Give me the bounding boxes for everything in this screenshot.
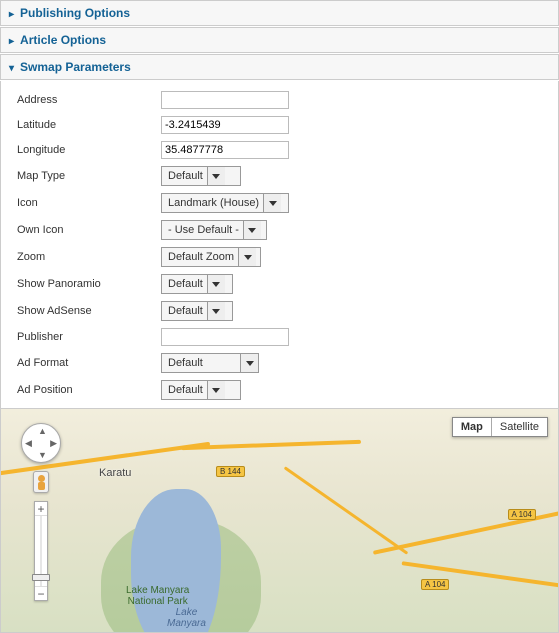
road-shield: A 104 (421, 579, 449, 590)
ad-position-select[interactable]: Default (161, 380, 241, 400)
label-icon: Icon (17, 197, 161, 209)
accordion-title: Article Options (20, 33, 106, 47)
label-longitude: Longitude (17, 144, 161, 156)
pegman-icon[interactable] (33, 471, 49, 493)
chevron-down-icon (243, 221, 261, 239)
chevron-right-icon (9, 6, 14, 20)
map-zoom-control: + − (34, 501, 48, 601)
accordion-swmap-parameters[interactable]: Swmap Parameters (0, 54, 559, 80)
latitude-input[interactable] (161, 116, 289, 134)
lake-label: Lake Manyara (167, 607, 206, 629)
select-value: - Use Default - (162, 224, 243, 236)
map-pan-control: ▲ ▼ ◀ ▶ (21, 423, 61, 463)
park-label: Lake Manyara National Park (126, 585, 189, 607)
zoom-select[interactable]: Default Zoom (161, 247, 261, 267)
swmap-panel: Address Latitude Longitude Map Type Defa… (0, 81, 559, 409)
accordion-article-options[interactable]: Article Options (0, 27, 559, 53)
label-publisher: Publisher (17, 331, 161, 343)
chevron-down-icon (263, 194, 281, 212)
zoom-out-button[interactable]: − (35, 586, 47, 600)
map-type-map-button[interactable]: Map (453, 418, 492, 436)
show-adsense-select[interactable]: Default (161, 301, 233, 321)
label-address: Address (17, 94, 161, 106)
label-ad-format: Ad Format (17, 357, 161, 369)
map-preview[interactable]: B 144 A 104 A 104 Karatu Lake Manyara Na… (0, 409, 559, 633)
chevron-down-icon (207, 275, 225, 293)
map-type-select[interactable]: Default (161, 166, 241, 186)
own-icon-select[interactable]: - Use Default - (161, 220, 267, 240)
label-zoom: Zoom (17, 251, 161, 263)
accordion-title: Publishing Options (20, 6, 130, 20)
label-show-panoramio: Show Panoramio (17, 278, 161, 290)
pan-down-button[interactable]: ▼ (38, 450, 47, 460)
longitude-input[interactable] (161, 141, 289, 159)
accordion-publishing-options[interactable]: Publishing Options (0, 0, 559, 26)
label-show-adsense: Show AdSense (17, 305, 161, 317)
address-input[interactable] (161, 91, 289, 109)
map-type-satellite-button[interactable]: Satellite (492, 418, 547, 436)
place-label-karatu: Karatu (99, 467, 131, 479)
label-latitude: Latitude (17, 119, 161, 131)
pan-left-button[interactable]: ◀ (25, 438, 32, 449)
select-value: Default Zoom (162, 251, 238, 263)
select-value: Default (162, 305, 207, 317)
chevron-right-icon (9, 33, 14, 47)
chevron-down-icon (240, 354, 258, 372)
select-value: Default (162, 170, 207, 182)
select-value: Landmark (House) (162, 197, 263, 209)
chevron-down-icon (9, 60, 14, 74)
zoom-slider-thumb[interactable] (32, 574, 50, 581)
accordion-title: Swmap Parameters (20, 60, 131, 74)
road-shield: B 144 (216, 466, 245, 477)
show-panoramio-select[interactable]: Default (161, 274, 233, 294)
select-value: Default (162, 278, 207, 290)
map-type-control: Map Satellite (452, 417, 548, 437)
icon-select[interactable]: Landmark (House) (161, 193, 289, 213)
zoom-slider-track[interactable] (35, 516, 47, 586)
pan-right-button[interactable]: ▶ (50, 438, 57, 449)
chevron-down-icon (238, 248, 256, 266)
label-map-type: Map Type (17, 170, 161, 182)
chevron-down-icon (207, 302, 225, 320)
select-value: Default (162, 384, 207, 396)
select-value: Default (162, 357, 240, 369)
road-shield: A 104 (508, 509, 536, 520)
publisher-input[interactable] (161, 328, 289, 346)
pan-up-button[interactable]: ▲ (38, 426, 47, 436)
label-own-icon: Own Icon (17, 224, 161, 236)
chevron-down-icon (207, 167, 225, 185)
chevron-down-icon (207, 381, 225, 399)
ad-format-select[interactable]: Default (161, 353, 259, 373)
label-ad-position: Ad Position (17, 384, 161, 396)
zoom-in-button[interactable]: + (35, 502, 47, 516)
